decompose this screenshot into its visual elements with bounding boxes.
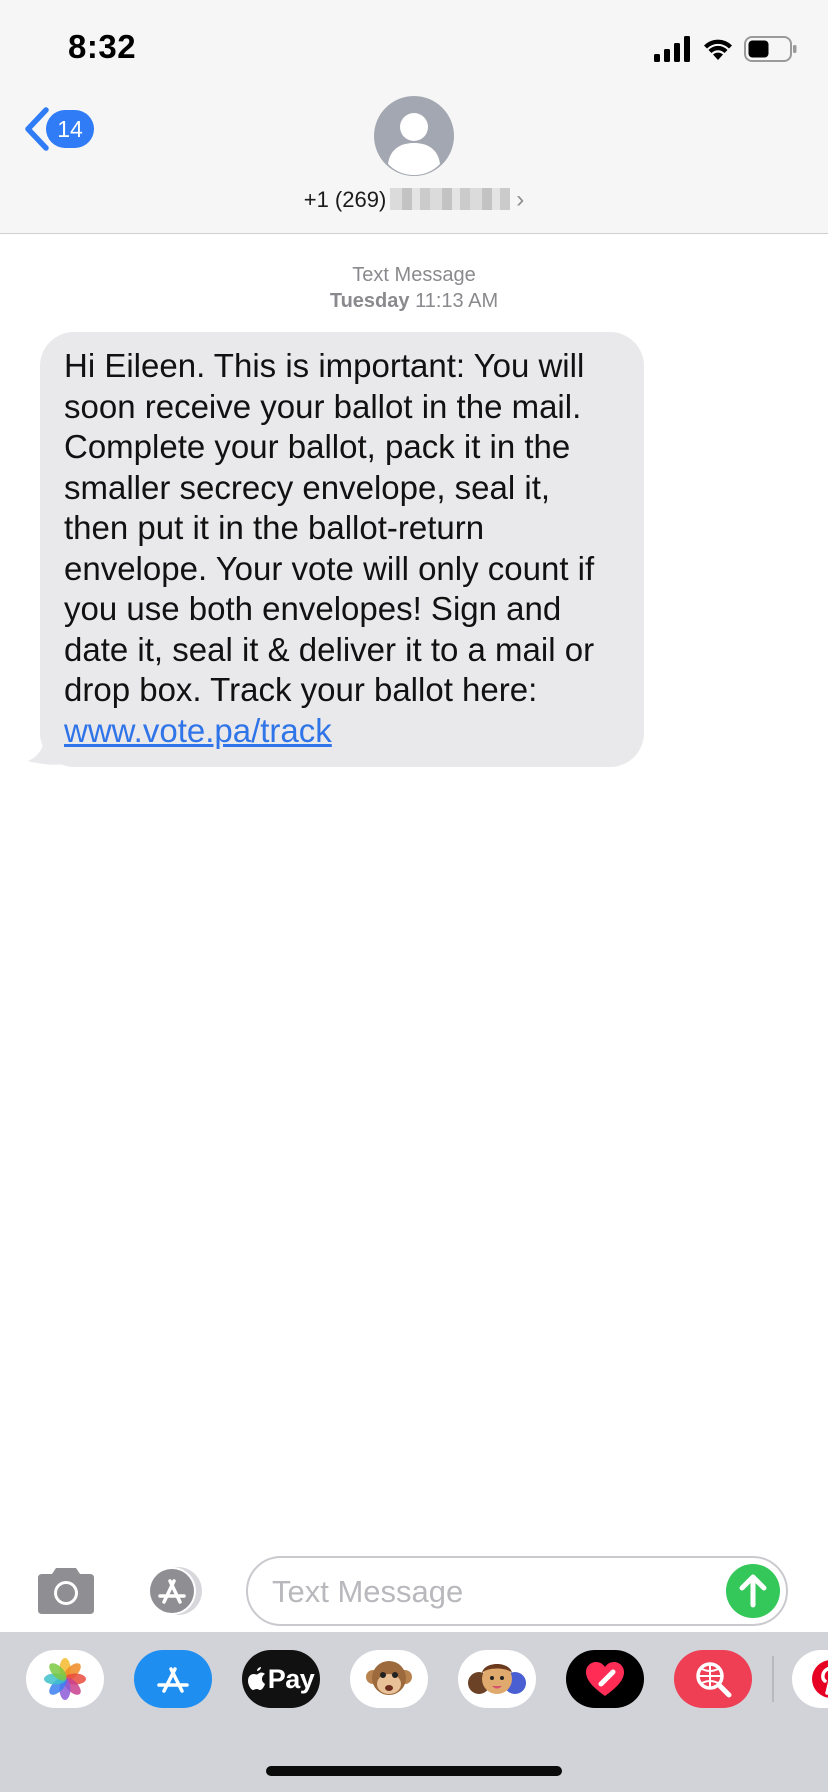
message-row: Hi Eileen. This is important: You will s… [28, 332, 644, 767]
message-text-field[interactable] [246, 1556, 788, 1626]
contact-name-button[interactable]: +1 (269) › [0, 186, 828, 214]
redacted-number-block [390, 188, 511, 210]
back-button[interactable]: 14 [22, 104, 94, 154]
apple-pay-app-button[interactable]: Pay [242, 1650, 320, 1708]
chevron-right-icon: › [516, 186, 525, 213]
send-button[interactable] [726, 1564, 780, 1618]
contact-avatar[interactable] [374, 96, 454, 176]
person-icon [388, 113, 440, 176]
memoji-app-button[interactable] [458, 1650, 536, 1708]
message-text: Hi Eileen. This is important: You will s… [64, 347, 595, 708]
apple-logo-icon [247, 1667, 265, 1690]
digital-touch-app-button[interactable] [566, 1650, 644, 1708]
app-store-app-button[interactable] [134, 1650, 212, 1708]
app-store-button[interactable] [140, 1566, 210, 1616]
status-icons [654, 32, 798, 66]
message-link[interactable]: www.vote.pa/track [64, 711, 620, 752]
battery-icon [744, 36, 797, 62]
arrow-up-icon [739, 1574, 767, 1608]
memoji-icon [468, 1664, 526, 1694]
globe-search-icon [696, 1662, 732, 1698]
app-store-icon [148, 1567, 202, 1615]
home-indicator[interactable] [266, 1766, 562, 1776]
message-input[interactable] [272, 1568, 712, 1616]
messages-screen: 8:32 14 +1 (269) › Text Message Tuesday … [0, 0, 828, 1792]
wifi-icon [704, 39, 732, 60]
status-time: 8:32 [68, 28, 137, 65]
app-drawer-divider [772, 1656, 774, 1702]
signal-icon [654, 36, 690, 62]
timestamp-time: 11:13 AM [415, 290, 499, 312]
message-timestamp: Text Message Tuesday 11:13 AM [0, 262, 828, 314]
timestamp-day: Tuesday [329, 290, 410, 312]
compose-bar [0, 1548, 828, 1634]
incoming-message-bubble[interactable]: Hi Eileen. This is important: You will s… [40, 332, 644, 767]
timestamp-datetime: Tuesday 11:13 AM [0, 288, 828, 314]
photos-icon [44, 1658, 86, 1700]
conversation-header: 8:32 14 +1 (269) › [0, 0, 828, 234]
contact-number: +1 (269) [303, 187, 387, 212]
unread-count-badge: 14 [46, 110, 94, 148]
monkey-icon [366, 1661, 412, 1695]
pinterest-icon [812, 1660, 828, 1698]
timestamp-label: Text Message [352, 264, 476, 286]
camera-icon [38, 1568, 94, 1614]
camera-button[interactable] [34, 1566, 98, 1616]
app-store-icon [157, 1667, 189, 1693]
heart-icon [586, 1662, 624, 1696]
animoji-app-button[interactable] [350, 1650, 428, 1708]
pinterest-app-button[interactable] [792, 1650, 828, 1708]
photos-app-button[interactable] [26, 1650, 104, 1708]
app-drawer-row: Pay [0, 1650, 828, 1730]
web-search-app-button[interactable] [674, 1650, 752, 1708]
apple-pay-label: Pay [267, 1663, 315, 1694]
